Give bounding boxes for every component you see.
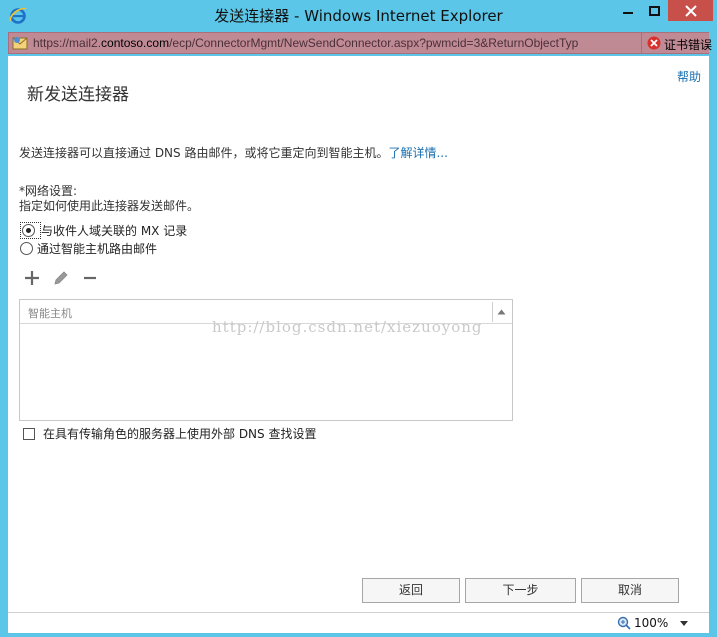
learn-more-link[interactable]: 了解详情...: [388, 146, 447, 160]
radio-smarthost-label[interactable]: 通过智能主机路由邮件: [37, 240, 157, 257]
address-bar[interactable]: https://mail2.contoso.com/ecp/ConnectorM…: [8, 32, 713, 54]
minimize-button[interactable]: [614, 0, 641, 21]
plus-icon[interactable]: [23, 269, 41, 287]
next-button[interactable]: 下一步: [465, 578, 576, 603]
radio-smarthost-button[interactable]: [20, 242, 33, 255]
zoom-level: 100%: [634, 616, 669, 630]
title-bar: 发送连接器 - Windows Internet Explorer: [0, 0, 717, 30]
url-text[interactable]: https://mail2.contoso.com/ecp/ConnectorM…: [33, 36, 639, 50]
certificate-error-label: 证书错误: [664, 38, 713, 52]
radio-smart-host[interactable]: 通过智能主机路由邮件: [20, 240, 157, 257]
page-title: 新发送连接器: [27, 85, 129, 105]
minus-icon[interactable]: [81, 269, 99, 287]
url-host: contoso.com: [101, 36, 170, 50]
status-bar: 100%: [8, 612, 709, 633]
external-dns-checkbox[interactable]: [23, 427, 35, 440]
radio-mx-label[interactable]: 与收件人域关联的 MX 记录: [41, 222, 187, 239]
zoom-control[interactable]: 100%: [617, 616, 668, 630]
description-text: 发送连接器可以直接通过 DNS 路由邮件，或将它重定向到智能主机。: [19, 146, 389, 160]
close-icon: [684, 4, 697, 17]
grid-column-divider: [492, 302, 493, 322]
grid-column-smart-host[interactable]: 智能主机: [28, 305, 72, 321]
error-icon: [647, 36, 661, 50]
sort-up-icon[interactable]: [497, 309, 506, 315]
url-prefix: https://mail2.: [33, 36, 102, 50]
pencil-icon[interactable]: [52, 269, 70, 287]
network-settings-hint: 指定如何使用此连接器发送邮件。: [19, 199, 200, 213]
page-icon: [12, 37, 28, 50]
watermark: http://blog.csdn.net/xiezuoyong: [212, 318, 483, 336]
maximize-button[interactable]: [641, 0, 668, 21]
zoom-icon: [617, 616, 631, 630]
external-dns-label[interactable]: 在具有传输角色的服务器上使用外部 DNS 查找设置: [43, 425, 316, 442]
description: 发送连接器可以直接通过 DNS 路由邮件，或将它重定向到智能主机。了解详情...: [19, 144, 448, 161]
radio-mx-button[interactable]: [22, 224, 35, 237]
help-link[interactable]: 帮助: [677, 68, 701, 85]
radio-mx-record[interactable]: 与收件人域关联的 MX 记录: [20, 222, 187, 239]
certificate-error[interactable]: 证书错误: [641, 33, 713, 53]
close-button[interactable]: [668, 0, 713, 21]
cancel-button[interactable]: 取消: [581, 578, 679, 603]
external-dns-checkbox-row[interactable]: 在具有传输角色的服务器上使用外部 DNS 查找设置: [23, 425, 316, 442]
back-button[interactable]: 返回: [362, 578, 460, 603]
window-title: 发送连接器 - Windows Internet Explorer: [214, 7, 503, 25]
chevron-down-icon[interactable]: [680, 621, 688, 626]
page-content: 帮助 新发送连接器 发送连接器可以直接通过 DNS 路由邮件，或将它重定向到智能…: [8, 56, 709, 612]
url-path: /ecp/ConnectorMgmt/NewSendConnector.aspx…: [169, 36, 579, 50]
focus-outline: [20, 222, 41, 239]
